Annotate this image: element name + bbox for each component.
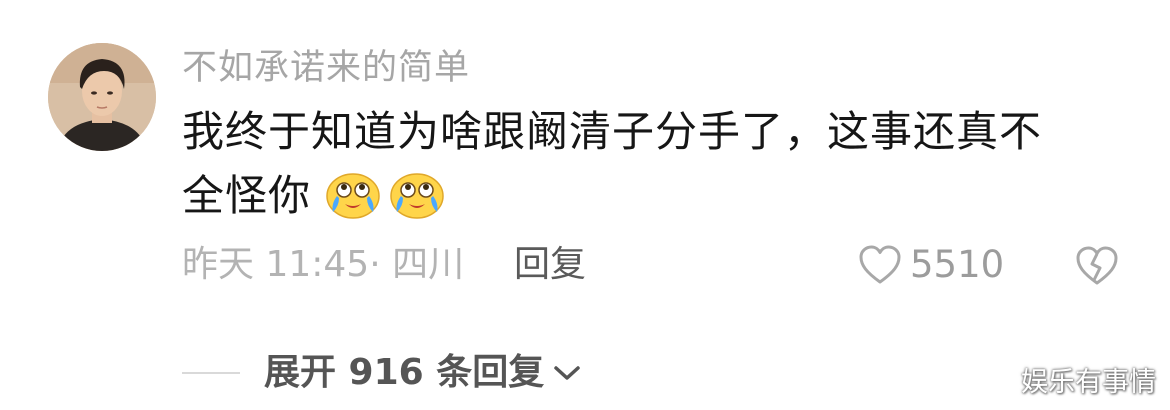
comment-text-line-2: 全怪你	[182, 164, 1112, 228]
expand-replies-button[interactable]: 展开 916 条回复	[264, 346, 582, 400]
comment-meta: 昨天 11:45· 四川	[182, 244, 465, 285]
reply-button[interactable]: 回复	[514, 240, 586, 290]
divider	[182, 372, 240, 374]
comment-text: 我终于知道为啥跟阚清子分手了，这事还真不 全怪你	[182, 100, 1112, 228]
like-button[interactable]: 5510	[858, 240, 1004, 290]
comment-screen: 不如承诺来的简单 我终于知道为啥跟阚清子分手了，这事还真不 全怪你 昨天 11:…	[0, 0, 1170, 410]
tears-of-joy-emoji-icon	[390, 173, 445, 219]
avatar[interactable]	[48, 43, 156, 151]
dislike-button[interactable]	[1075, 246, 1119, 286]
like-count: 5510	[910, 243, 1005, 286]
broken-heart-icon	[1076, 246, 1118, 285]
watermark: 娱乐有事情	[1021, 367, 1156, 398]
avatar-image	[48, 43, 156, 151]
chevron-down-icon	[554, 366, 580, 380]
username[interactable]: 不如承诺来的简单	[182, 44, 470, 92]
expand-replies-row: 展开 916 条回复	[182, 346, 582, 400]
comment-text-line-2-text: 全怪你	[182, 171, 312, 220]
comment-text-line-1: 我终于知道为啥跟阚清子分手了，这事还真不	[182, 107, 1043, 156]
tears-of-joy-emoji-icon	[326, 173, 381, 219]
heart-outline-icon	[859, 245, 901, 284]
expand-replies-label: 展开 916 条回复	[264, 352, 545, 393]
